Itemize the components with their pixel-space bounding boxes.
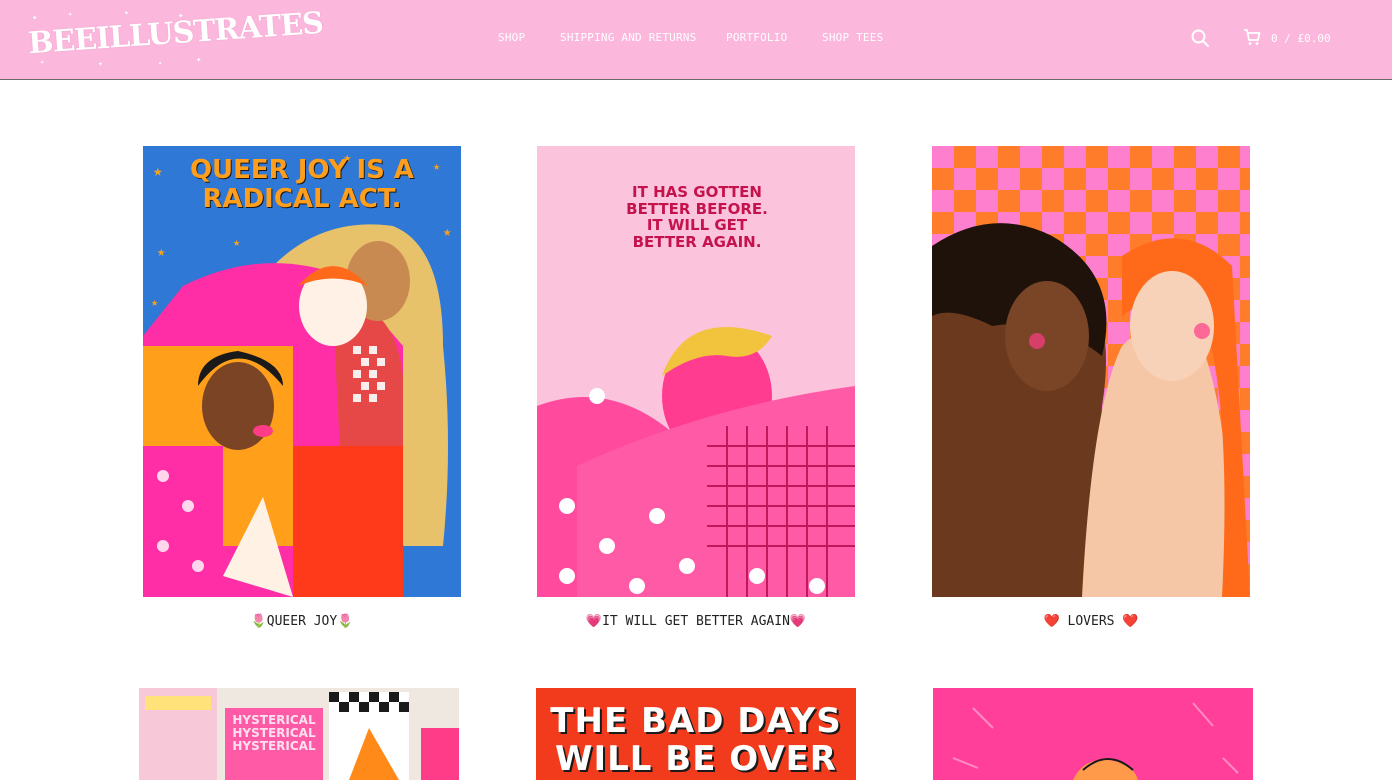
product-card-6[interactable] xyxy=(933,688,1253,780)
product-title[interactable]: 💗IT WILL GET BETTER AGAIN💗 xyxy=(537,614,855,629)
product-card-it-will-get-better-again[interactable]: IT HAS GOTTEN BETTER BEFORE. IT WILL GET… xyxy=(537,146,855,636)
product-image-queer-joy[interactable]: ★ ★ ★ ★ ★ ★ ★ ★ QUEER JOY IS A RADICAL A… xyxy=(143,146,461,597)
product-image-lovers[interactable] xyxy=(932,146,1250,597)
svg-text:✦: ✦ xyxy=(98,59,103,68)
queer-joy-poster-line-1: QUEER JOY IS A xyxy=(189,155,415,185)
cart-summary: 0 / £0.00 xyxy=(1271,32,1331,45)
product-card-bad-days[interactable]: THE BAD DAYS WILL BE OVER SOON xyxy=(536,688,856,780)
site-header: ✦ ✦ ✦ ✦ ✦ ✦ ✦ ✦ ✦ BEEILLUSTRATES SHOP SH… xyxy=(0,0,1392,80)
product-title[interactable]: 🌷QUEER JOY🌷 xyxy=(143,614,461,629)
search-icon[interactable] xyxy=(1190,28,1210,48)
nav-portfolio[interactable]: PORTFOLIO xyxy=(726,31,787,44)
product-image-hysterical[interactable]: HYSTERICAL HYSTERICAL HYSTERICAL xyxy=(139,688,459,780)
product-card-hysterical[interactable]: HYSTERICAL HYSTERICAL HYSTERICAL xyxy=(139,688,459,780)
svg-text:★: ★ xyxy=(233,235,240,249)
pink-illustration xyxy=(933,688,1253,780)
product-card-lovers[interactable]: ❤️ LOVERS ❤️ xyxy=(932,146,1250,636)
nav-shipping-and-returns[interactable]: SHIPPING AND RETURNS xyxy=(560,31,696,44)
product-image-bad-days[interactable]: THE BAD DAYS WILL BE OVER SOON xyxy=(536,688,856,780)
svg-text:★: ★ xyxy=(157,244,166,260)
better-again-poster-line-4: BETTER AGAIN. xyxy=(632,232,762,251)
product-image-it-will-get-better-again[interactable]: IT HAS GOTTEN BETTER BEFORE. IT WILL GET… xyxy=(537,146,855,597)
bad-days-line-2: WILL BE OVER SOON xyxy=(554,739,837,780)
svg-text:✦: ✦ xyxy=(158,59,163,67)
product-title[interactable]: ❤️ LOVERS ❤️ xyxy=(932,614,1250,629)
svg-text:✦: ✦ xyxy=(124,8,129,17)
product-card-queer-joy[interactable]: ★ ★ ★ ★ ★ ★ ★ ★ QUEER JOY IS A RADICAL A… xyxy=(143,146,461,636)
svg-text:✦: ✦ xyxy=(68,10,73,18)
svg-text:✦: ✦ xyxy=(32,13,38,23)
svg-text:✦: ✦ xyxy=(196,55,202,65)
better-again-poster-line-1: IT HAS GOTTEN xyxy=(632,183,762,201)
nav-shop[interactable]: SHOP xyxy=(498,31,525,44)
lovers-illustration xyxy=(932,146,1250,597)
better-again-poster-line-3: IT WILL GET xyxy=(646,216,748,234)
better-again-poster-line-2: BETTER BEFORE. xyxy=(626,199,768,218)
product-image-6[interactable] xyxy=(933,688,1253,780)
site-logo[interactable]: ✦ ✦ ✦ ✦ ✦ ✦ ✦ ✦ ✦ BEEILLUSTRATES xyxy=(27,6,324,68)
nav-shop-tees[interactable]: SHOP TEES xyxy=(822,31,883,44)
bad-days-line-1: THE BAD DAYS xyxy=(550,701,842,741)
cart-icon xyxy=(1244,29,1261,45)
svg-text:★: ★ xyxy=(443,224,452,240)
hysterical-line-3: HYSTERICAL xyxy=(232,739,316,754)
svg-text:★: ★ xyxy=(151,295,158,309)
queer-joy-illustration: ★ ★ ★ ★ ★★ ★★ xyxy=(143,146,461,597)
queer-joy-poster-line-2: RADICAL ACT. xyxy=(202,183,402,214)
